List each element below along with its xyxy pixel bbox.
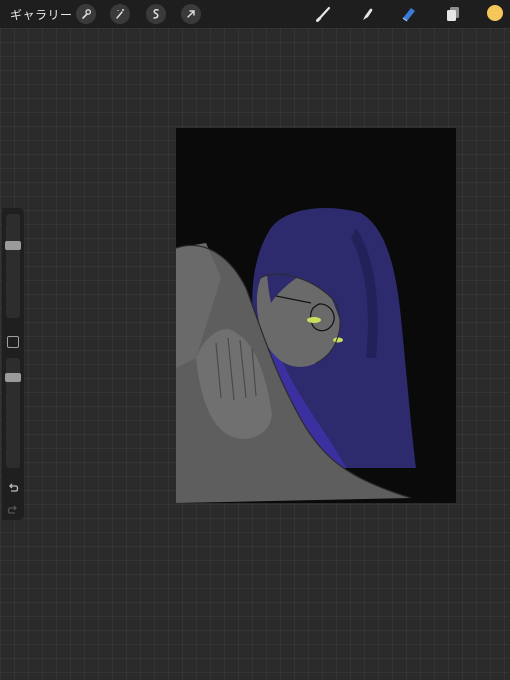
layers-button[interactable] (442, 4, 464, 24)
selection-button[interactable] (146, 4, 166, 24)
gallery-button[interactable]: ギャラリー (10, 6, 73, 23)
adjustments-button[interactable] (110, 4, 130, 24)
smudge-icon (363, 8, 373, 20)
modify-button[interactable] (7, 336, 19, 348)
top-toolbar: ギャラリー (0, 0, 510, 28)
brush-icon (316, 6, 331, 22)
paint-button[interactable] (313, 4, 335, 24)
redo-icon (7, 505, 17, 514)
layers-icon (447, 7, 459, 21)
smudge-button[interactable] (356, 4, 378, 24)
undo-icon (9, 483, 19, 492)
eraser-button[interactable] (398, 4, 420, 24)
drawing-canvas[interactable] (176, 128, 456, 503)
opacity-thumb[interactable] (5, 373, 21, 383)
eraser-icon (402, 8, 415, 22)
brush-size-slider[interactable] (6, 214, 20, 318)
transform-arrow-icon (187, 10, 195, 18)
magic-wand-icon (116, 9, 124, 19)
selection-icon (153, 9, 159, 19)
transform-button[interactable] (181, 4, 201, 24)
brush-size-thumb[interactable] (5, 240, 21, 250)
undo-button[interactable] (6, 480, 20, 494)
redo-button[interactable] (6, 502, 20, 516)
actions-button[interactable] (76, 4, 96, 24)
artwork-illustration (176, 128, 456, 503)
color-picker-button[interactable] (487, 5, 503, 21)
wrench-icon (82, 9, 92, 19)
left-sidebar (2, 208, 24, 520)
